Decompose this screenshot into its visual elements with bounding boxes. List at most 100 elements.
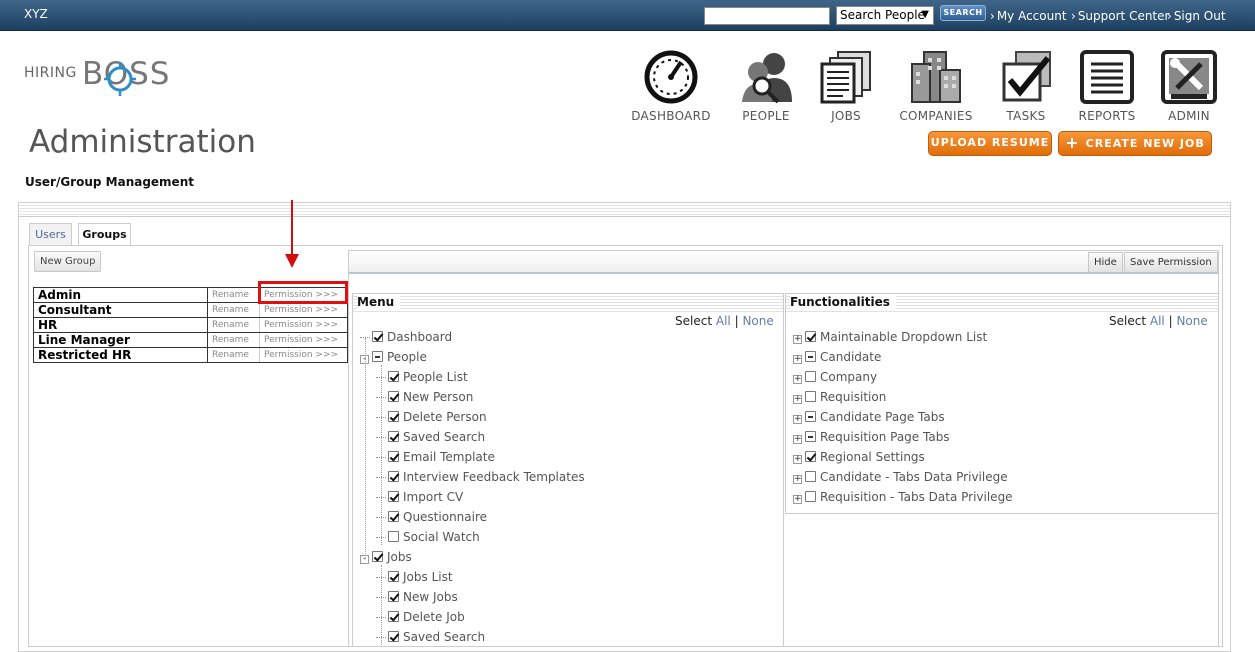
checkbox[interactable] bbox=[388, 611, 399, 622]
expand-icon[interactable]: + bbox=[793, 455, 802, 464]
nav-dashboard[interactable]: DASHBOARD bbox=[630, 50, 712, 123]
checkbox[interactable] bbox=[388, 571, 399, 582]
checkbox[interactable] bbox=[388, 411, 399, 422]
menu-tree-item[interactable]: People List bbox=[376, 370, 468, 386]
checkbox[interactable] bbox=[388, 591, 399, 602]
menu-tree-item[interactable]: Delete Job bbox=[376, 610, 465, 626]
checkbox[interactable] bbox=[388, 491, 399, 502]
expand-icon[interactable]: + bbox=[793, 355, 802, 364]
functionality-tree-item[interactable]: + Regional Settings bbox=[793, 450, 925, 466]
permission-link[interactable]: Permission >>> bbox=[259, 317, 348, 333]
search-button[interactable]: SEARCH bbox=[940, 5, 986, 21]
checkbox[interactable] bbox=[388, 391, 399, 402]
support-center-link[interactable]: › Support Center bbox=[1071, 9, 1169, 23]
menu-select-none-link[interactable]: None bbox=[742, 314, 773, 328]
expand-icon[interactable]: + bbox=[793, 475, 802, 484]
checkbox[interactable] bbox=[388, 471, 399, 482]
menu-tree-item[interactable]: Dashboard bbox=[360, 330, 452, 346]
menu-tree-item[interactable]: Email Template bbox=[376, 450, 495, 466]
menu-tree-item[interactable]: Saved Search bbox=[376, 630, 485, 646]
nav-tasks[interactable]: TASKS bbox=[985, 50, 1067, 123]
upload-resume-button[interactable]: UPLOAD RESUME bbox=[928, 131, 1052, 156]
nav-admin[interactable]: ADMIN bbox=[1148, 50, 1230, 123]
checkbox[interactable] bbox=[805, 471, 816, 482]
expand-icon[interactable]: + bbox=[793, 495, 802, 504]
functionality-tree-item[interactable]: + Requisition - Tabs Data Privilege bbox=[793, 490, 1013, 506]
expand-icon[interactable]: + bbox=[793, 415, 802, 424]
rename-link[interactable]: Rename bbox=[207, 347, 260, 363]
group-name[interactable]: Admin bbox=[33, 287, 208, 303]
expand-icon[interactable]: + bbox=[793, 335, 802, 344]
save-permission-button[interactable]: Save Permission bbox=[1124, 252, 1218, 273]
functionality-tree-item[interactable]: + Candidate - Tabs Data Privilege bbox=[793, 470, 1008, 486]
menu-tree-item[interactable]: New Person bbox=[376, 390, 473, 406]
menu-tree-item[interactable]: Import CV bbox=[376, 490, 463, 506]
checkbox[interactable] bbox=[372, 551, 383, 562]
menu-tree-item[interactable]: New Jobs bbox=[376, 590, 458, 606]
checkbox[interactable] bbox=[388, 451, 399, 462]
checkbox[interactable] bbox=[372, 351, 383, 362]
nav-people[interactable]: PEOPLE bbox=[725, 50, 807, 123]
menu-select-all-link[interactable]: All bbox=[716, 314, 731, 328]
menu-tree-item[interactable]: Saved Search bbox=[376, 430, 485, 446]
checkbox[interactable] bbox=[372, 331, 383, 342]
search-type-select[interactable]: Search People ▼ bbox=[836, 6, 934, 25]
checkbox[interactable] bbox=[805, 371, 816, 382]
expand-icon[interactable]: + bbox=[793, 435, 802, 444]
menu-tree-item[interactable]: Questionnaire bbox=[376, 510, 487, 526]
create-new-job-button[interactable]: + CREATE NEW JOB bbox=[1058, 131, 1212, 156]
rename-link[interactable]: Rename bbox=[207, 302, 260, 318]
menu-tree-item[interactable]: Delete Person bbox=[376, 410, 487, 426]
nav-companies[interactable]: COMPANIES bbox=[895, 50, 977, 123]
checkbox[interactable] bbox=[388, 531, 399, 542]
rename-link[interactable]: Rename bbox=[207, 317, 260, 333]
rename-link[interactable]: Rename bbox=[207, 332, 260, 348]
checkbox[interactable] bbox=[805, 351, 816, 362]
checkbox[interactable] bbox=[388, 631, 399, 642]
functionality-tree-item[interactable]: + Maintainable Dropdown List bbox=[793, 330, 987, 346]
checkbox[interactable] bbox=[805, 331, 816, 342]
functionality-tree-item[interactable]: + Requisition Page Tabs bbox=[793, 430, 950, 446]
checkbox[interactable] bbox=[388, 371, 399, 382]
checkbox[interactable] bbox=[388, 431, 399, 442]
checkbox[interactable] bbox=[805, 431, 816, 442]
checkbox[interactable] bbox=[805, 411, 816, 422]
rename-link[interactable]: Rename bbox=[207, 287, 260, 303]
checkbox[interactable] bbox=[805, 391, 816, 402]
func-select-all-link[interactable]: All bbox=[1150, 314, 1165, 328]
permission-link[interactable]: Permission >>> bbox=[259, 347, 348, 363]
select-label: Select bbox=[675, 314, 713, 328]
group-name[interactable]: Consultant bbox=[33, 302, 208, 318]
nav-jobs[interactable]: JOBS bbox=[805, 50, 887, 123]
my-account-link[interactable]: › My Account bbox=[990, 9, 1067, 23]
permission-link[interactable]: Permission >>> bbox=[259, 332, 348, 348]
functionality-tree-item[interactable]: + Requisition bbox=[793, 390, 886, 406]
checkbox[interactable] bbox=[805, 491, 816, 502]
tab-groups[interactable]: Groups bbox=[78, 223, 131, 246]
nav-reports[interactable]: REPORTS bbox=[1066, 50, 1148, 123]
reports-icon bbox=[1079, 50, 1135, 104]
sign-out-link[interactable]: › Sign Out bbox=[1167, 9, 1226, 23]
checkbox[interactable] bbox=[388, 511, 399, 522]
search-input[interactable] bbox=[704, 7, 830, 25]
tab-users[interactable]: Users bbox=[29, 223, 72, 245]
expand-icon[interactable]: + bbox=[793, 395, 802, 404]
menu-tree-item[interactable]: - Jobs bbox=[360, 550, 412, 566]
menu-tree-item[interactable]: Social Watch bbox=[376, 530, 480, 546]
functionality-tree-item[interactable]: + Candidate bbox=[793, 350, 881, 366]
functionality-tree-item[interactable]: + Company bbox=[793, 370, 877, 386]
functionality-item-label: Candidate - Tabs Data Privilege bbox=[820, 470, 1008, 484]
new-group-button[interactable]: New Group bbox=[34, 251, 102, 272]
group-name[interactable]: HR bbox=[33, 317, 208, 333]
group-name[interactable]: Restricted HR bbox=[33, 347, 208, 363]
checkbox[interactable] bbox=[805, 451, 816, 462]
hide-button[interactable]: Hide bbox=[1088, 252, 1123, 273]
menu-tree-item[interactable]: - People bbox=[360, 350, 427, 366]
permission-link[interactable]: Permission >>> bbox=[259, 302, 348, 318]
functionality-tree-item[interactable]: + Candidate Page Tabs bbox=[793, 410, 945, 426]
group-name[interactable]: Line Manager bbox=[33, 332, 208, 348]
menu-tree-item[interactable]: Jobs List bbox=[376, 570, 453, 586]
func-select-none-link[interactable]: None bbox=[1176, 314, 1207, 328]
menu-tree-item[interactable]: Interview Feedback Templates bbox=[376, 470, 585, 486]
expand-icon[interactable]: + bbox=[793, 375, 802, 384]
